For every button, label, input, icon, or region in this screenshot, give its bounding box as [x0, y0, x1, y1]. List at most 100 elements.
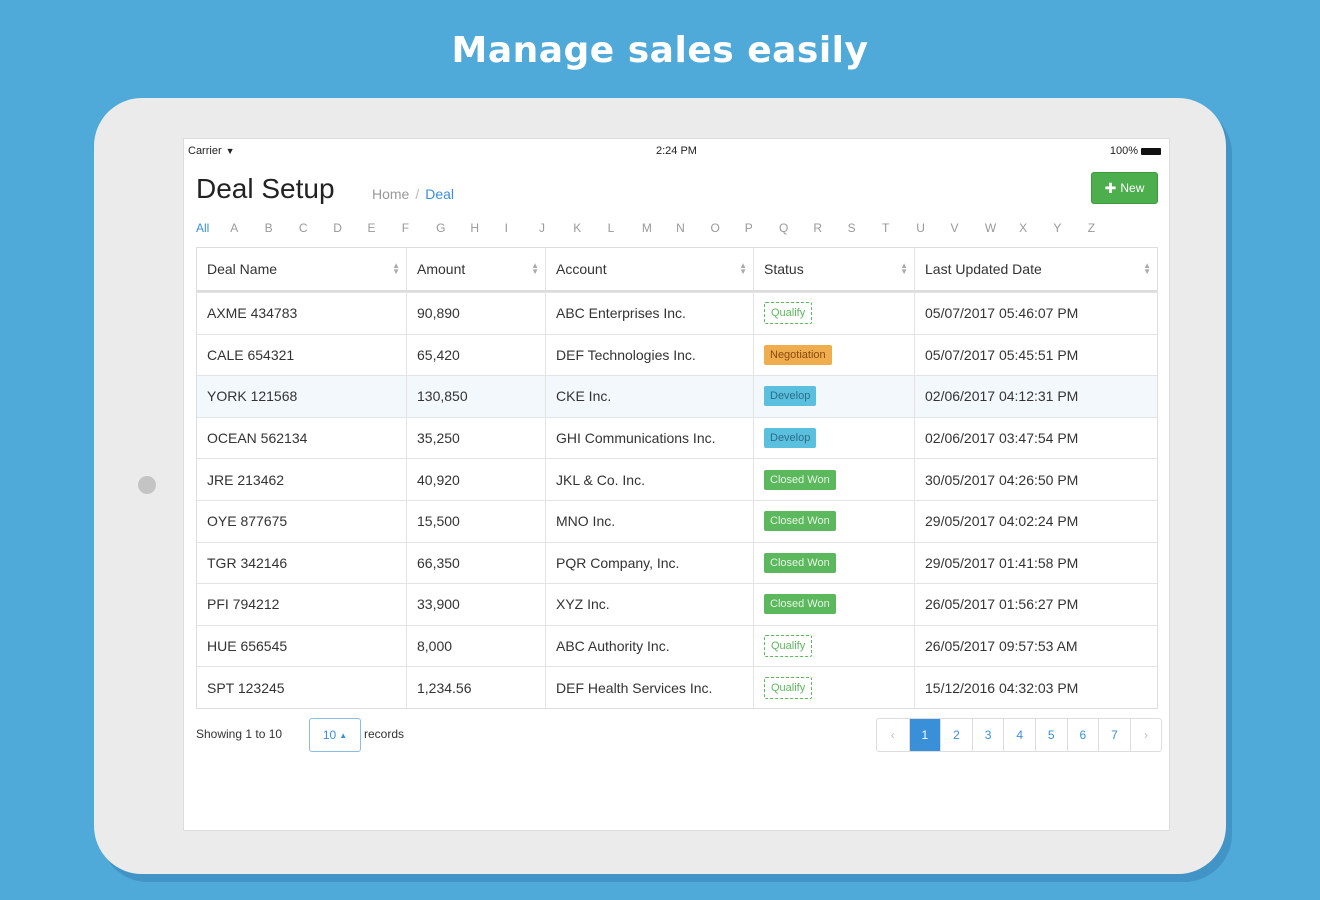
alpha-filter-g[interactable]: G: [436, 221, 470, 235]
alpha-filter-y[interactable]: Y: [1053, 221, 1087, 235]
table-cell: CKE Inc.: [545, 376, 753, 417]
cell-text: GHI Communications Inc.: [556, 430, 716, 447]
table-cell: PFI 794212: [197, 584, 406, 625]
alpha-filter-v[interactable]: V: [951, 221, 985, 235]
cell-text: CKE Inc.: [556, 388, 612, 405]
cell-text: 26/05/2017 09:57:53 AM: [925, 638, 1078, 655]
page-button-2[interactable]: 2: [940, 719, 972, 751]
alpha-filter-w[interactable]: W: [985, 221, 1019, 235]
records-label: records: [364, 727, 405, 741]
cell-text: 90,890: [417, 305, 460, 322]
status-badge: Closed Won: [764, 552, 836, 573]
alpha-filter-l[interactable]: L: [608, 221, 642, 235]
status-badge: Qualify: [764, 302, 813, 325]
table-row[interactable]: SPT 123245 1,234.56 DEF Health Services In…: [197, 666, 1157, 708]
table-row[interactable]: CALE 654321 65,420 DEF Technologies Inc. Ne…: [197, 333, 1157, 376]
table-row[interactable]: OCEAN 562134 35,250 GHI Communications Inc…: [197, 416, 1157, 459]
alpha-filter-a[interactable]: A: [230, 221, 264, 235]
alpha-filter-k[interactable]: K: [573, 221, 607, 235]
table-cell: TGR 342146: [197, 543, 406, 584]
table-cell: 8,000: [406, 625, 545, 667]
page-button-7[interactable]: 7: [1098, 719, 1130, 751]
cell-text: 26/05/2017 01:56:27 PM: [925, 596, 1079, 613]
alpha-filter-c[interactable]: C: [299, 221, 333, 235]
new-deal-button[interactable]: ✚ New: [1091, 172, 1158, 204]
table-row[interactable]: HUE 656545 8,000 ABC Authority Inc. Qualify…: [197, 624, 1157, 667]
alpha-filter-f[interactable]: F: [402, 221, 436, 235]
table-row[interactable]: JRE 213462 40,920 JKL & Co. Inc. Closed Won…: [197, 458, 1157, 500]
table-row[interactable]: TGR 342146 66,350 PQR Company, Inc. Closed …: [197, 541, 1157, 584]
table-cell: Qualify: [753, 293, 914, 334]
alpha-filter-z[interactable]: Z: [1088, 221, 1122, 235]
breadcrumb-current[interactable]: Deal: [425, 186, 454, 202]
status-badge: Closed Won: [764, 469, 836, 490]
breadcrumb: Home / Deal: [372, 186, 454, 202]
column-header-label: Deal Name: [207, 261, 278, 277]
page-button-5[interactable]: 5: [1034, 719, 1067, 751]
column-header[interactable]: Account ▲ ▼: [545, 248, 753, 290]
table-row[interactable]: YORK 121568 130,850 CKE Inc. Develop 02/06/2…: [197, 375, 1157, 417]
alpha-filter-e[interactable]: E: [367, 221, 401, 235]
page-button-6[interactable]: 6: [1066, 719, 1099, 751]
cell-text: SPT 123245: [207, 679, 285, 696]
table-cell: 29/05/2017 01:41:58 PM: [914, 542, 1157, 584]
column-header[interactable]: Status ▲ ▼: [753, 248, 914, 290]
alpha-filter-q[interactable]: Q: [779, 221, 813, 235]
sort-icon[interactable]: ▲ ▼: [531, 262, 539, 276]
alpha-filter-m[interactable]: M: [642, 221, 676, 235]
prev-page-button[interactable]: ‹: [877, 719, 909, 751]
alpha-filter-j[interactable]: J: [539, 221, 573, 235]
clock: 2:24 PM: [656, 145, 697, 157]
app-screen: Carrier ▼ 2:24 PM 100% Deal Setup Home / De…: [183, 138, 1170, 831]
alpha-filter-x[interactable]: X: [1019, 221, 1053, 235]
page-button-4[interactable]: 4: [1003, 719, 1035, 751]
table-cell: Closed Won: [753, 500, 914, 542]
table-row[interactable]: OYE 877675 15,500 MNO Inc. Closed Won 29/05/…: [197, 499, 1157, 542]
alpha-filter-r[interactable]: R: [813, 221, 847, 235]
page-size-select[interactable]: 10 ▲: [309, 718, 361, 752]
table-row[interactable]: PFI 794212 33,900 XYZ Inc. Closed Won 26/05/…: [197, 583, 1157, 625]
status-badge: Closed Won: [764, 594, 836, 615]
table-cell: Develop: [753, 376, 914, 417]
page-button-1[interactable]: 1: [908, 719, 941, 751]
table-cell: JKL & Co. Inc.: [545, 459, 753, 500]
cell-text: 05/07/2017 05:46:07 PM: [925, 305, 1079, 322]
sort-icon[interactable]: ▲ ▼: [900, 262, 908, 276]
status-badge: Negotiation: [764, 344, 832, 365]
table-cell: Closed Won: [753, 542, 914, 584]
wifi-icon: ▼: [225, 146, 235, 156]
alpha-filter-s[interactable]: S: [848, 221, 882, 235]
alpha-filter-h[interactable]: H: [470, 221, 504, 235]
breadcrumb-home[interactable]: Home: [372, 186, 409, 202]
alpha-filter-p[interactable]: P: [745, 221, 779, 235]
alpha-filter-d[interactable]: D: [333, 221, 367, 235]
column-header-label: Account: [556, 261, 607, 277]
status-badge: Develop: [764, 428, 817, 449]
table-row[interactable]: AXME 434783 90,890 ABC Enterprises Inc. Qua…: [197, 292, 1157, 334]
column-header[interactable]: Amount ▲ ▼: [406, 248, 545, 290]
cell-text: 02/06/2017 03:47:54 PM: [925, 430, 1079, 447]
deals-table: Deal Name ▲ ▼ Amount ▲ ▼ Account ▲ ▼ Status ▲ ▼ Last…: [196, 247, 1158, 709]
cell-text: PQR Company, Inc.: [556, 554, 680, 571]
alpha-filter-n[interactable]: N: [676, 221, 710, 235]
sort-icon[interactable]: ▲ ▼: [739, 262, 747, 276]
column-header[interactable]: Deal Name ▲ ▼: [197, 248, 406, 290]
cell-text: AXME 434783: [207, 305, 298, 322]
alpha-filter-i[interactable]: I: [505, 221, 539, 235]
sort-icon[interactable]: ▲ ▼: [392, 262, 400, 276]
alpha-filter-all[interactable]: All: [196, 221, 230, 235]
alpha-filter-t[interactable]: T: [882, 221, 916, 235]
column-header[interactable]: Last Updated Date ▲ ▼: [914, 248, 1157, 290]
table-cell: 40,920: [406, 459, 545, 500]
page-button-3[interactable]: 3: [971, 719, 1004, 751]
showing-count: Showing 1 to 10: [196, 727, 283, 741]
table-cell: 02/06/2017 04:12:31 PM: [914, 376, 1157, 417]
alpha-filter-b[interactable]: B: [265, 221, 299, 235]
sort-icon[interactable]: ▲ ▼: [1143, 262, 1151, 276]
next-page-button[interactable]: ›: [1129, 719, 1162, 751]
cell-text: 1,234.56: [417, 679, 472, 696]
alpha-filter-o[interactable]: O: [710, 221, 744, 235]
cell-text: 130,850: [417, 388, 468, 405]
table-cell: ABC Enterprises Inc.: [545, 293, 753, 334]
alpha-filter-u[interactable]: U: [916, 221, 950, 235]
